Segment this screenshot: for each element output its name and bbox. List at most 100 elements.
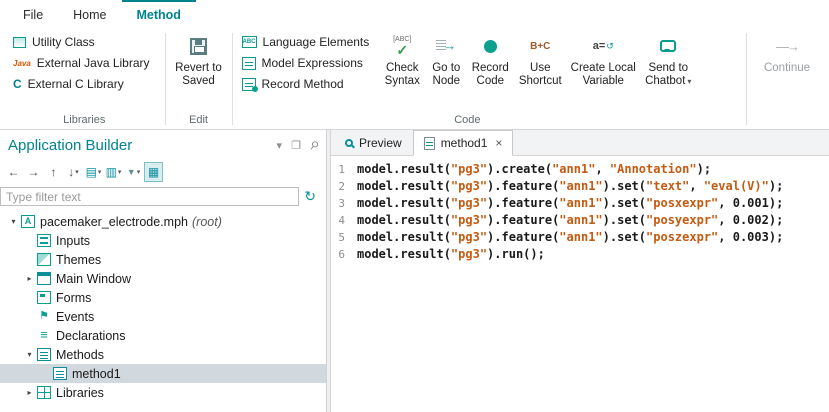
- events-icon: [37, 310, 51, 323]
- editor-tab-bar: Preview method1 ×: [331, 130, 829, 156]
- collapse-icon[interactable]: ▾: [22, 350, 37, 359]
- ribbon-separator: [165, 33, 166, 125]
- go-to-node-button[interactable]: Go to Node: [425, 29, 467, 88]
- language-elements-button[interactable]: Language Elements: [238, 33, 376, 51]
- expand-icon[interactable]: ▸: [22, 388, 37, 397]
- use-shortcut-label: Use Shortcut: [514, 62, 566, 88]
- tab-file[interactable]: File: [8, 0, 58, 27]
- forms-icon: [37, 291, 51, 304]
- line-number: 5: [331, 229, 357, 246]
- panel-header: Application Builder ▾ ❐ ⚲: [0, 130, 326, 160]
- code-line[interactable]: 5model.result("pg3").feature("ann1").set…: [331, 229, 829, 246]
- continue-label: Continue: [764, 62, 810, 75]
- line-number: 4: [331, 212, 357, 229]
- editor-panel: Preview method1 × 1model.result("pg3").c…: [331, 130, 829, 412]
- record-code-label: Record Code: [468, 62, 512, 88]
- check-syntax-label: Check Syntax: [380, 62, 424, 88]
- model-expressions-label: Model Expressions: [262, 56, 363, 70]
- tree-item-inputs[interactable]: Inputs: [0, 231, 326, 250]
- tree-item-method1[interactable]: method1: [0, 364, 326, 383]
- filter-input[interactable]: [0, 187, 299, 206]
- chevron-down-icon[interactable]: ▾: [277, 139, 283, 152]
- revert-to-saved-button[interactable]: Revert to Saved: [171, 29, 227, 88]
- tree-item-methods[interactable]: ▾Methods: [0, 345, 326, 364]
- nav-back-button[interactable]: [4, 162, 23, 182]
- tab-method[interactable]: Method: [122, 0, 196, 27]
- language-elements-icon: [242, 36, 257, 48]
- code-line[interactable]: 3model.result("pg3").feature("ann1").set…: [331, 195, 829, 212]
- send-to-chatbot-label: Send to Chatbot: [645, 62, 688, 87]
- continue-button[interactable]: Continue: [752, 29, 822, 75]
- model-expressions-button[interactable]: Model Expressions: [238, 54, 376, 72]
- tree-item-label: Declarations: [56, 329, 125, 343]
- tab-method1[interactable]: method1 ×: [413, 130, 514, 156]
- tree-item-label: Libraries: [56, 386, 104, 400]
- code-line[interactable]: 2model.result("pg3").feature("ann1").set…: [331, 178, 829, 195]
- move-down-button[interactable]: [64, 162, 83, 182]
- float-window-icon[interactable]: ❐: [291, 139, 301, 152]
- tree-item-declarations[interactable]: Declarations: [0, 326, 326, 345]
- method-document-icon: [424, 137, 435, 150]
- code-text: model.result("pg3").feature("ann1").set(…: [357, 178, 783, 195]
- nav-forward-button[interactable]: [24, 162, 43, 182]
- tree-item-libraries[interactable]: ▸ Libraries: [0, 383, 326, 402]
- code-line[interactable]: 4model.result("pg3").feature("ann1").set…: [331, 212, 829, 229]
- code-editor[interactable]: 1model.result("pg3").create("ann1", "Ann…: [331, 156, 829, 412]
- code-line[interactable]: 1model.result("pg3").create("ann1", "Ann…: [331, 161, 829, 178]
- ribbon: Utility Class External Java Library Exte…: [0, 27, 829, 130]
- line-number: 3: [331, 195, 357, 212]
- panel-title: Application Builder: [8, 137, 268, 154]
- grid-toggle-button[interactable]: [144, 162, 163, 182]
- pin-icon[interactable]: ⚲: [310, 139, 318, 152]
- send-to-chatbot-button[interactable]: Send to Chatbot: [639, 29, 697, 88]
- tree-item-main-window[interactable]: ▸Main Window: [0, 269, 326, 288]
- method1-icon: [53, 367, 67, 380]
- tree-item-forms[interactable]: Forms: [0, 288, 326, 307]
- tree-item-label: Themes: [56, 253, 101, 267]
- line-number: 2: [331, 178, 357, 195]
- check-syntax-button[interactable]: [ABC]✓ Check Syntax: [379, 29, 425, 88]
- language-elements-label: Language Elements: [263, 35, 370, 49]
- tree-item-root[interactable]: ▾pacemaker_electrode.mph(root): [0, 212, 326, 231]
- expand-icon[interactable]: ▸: [22, 274, 37, 283]
- tree-item-label: Inputs: [56, 234, 90, 248]
- continue-group-label: [752, 112, 822, 129]
- model-expressions-icon: [242, 57, 256, 70]
- continue-arrow-icon: [776, 40, 798, 53]
- tab-home[interactable]: Home: [58, 0, 121, 27]
- create-local-variable-button[interactable]: Create Local Variable: [567, 29, 639, 88]
- line-number: 6: [331, 246, 357, 263]
- record-code-button[interactable]: Record Code: [467, 29, 513, 88]
- filter-button[interactable]: [124, 162, 143, 182]
- check-syntax-icon: [ABC]✓: [393, 36, 411, 56]
- tree-item-themes[interactable]: Themes: [0, 250, 326, 269]
- declarations-icon: [37, 329, 51, 342]
- tab-preview[interactable]: Preview: [334, 130, 413, 155]
- external-java-library-button[interactable]: External Java Library: [9, 54, 156, 72]
- ribbon-tab-bar: File Home Method: [0, 0, 829, 27]
- code-text: model.result("pg3").feature("ann1").set(…: [357, 212, 783, 229]
- tree-item-label: method1: [72, 367, 121, 381]
- code-text: model.result("pg3").feature("ann1").set(…: [357, 229, 783, 246]
- application-window: File Home Method Utility Class External …: [0, 0, 829, 412]
- use-shortcut-button[interactable]: Use Shortcut: [513, 29, 567, 88]
- external-c-library-button[interactable]: External C Library: [9, 75, 156, 93]
- code-line[interactable]: 6model.result("pg3").run();: [331, 246, 829, 263]
- use-shortcut-icon: [530, 40, 550, 53]
- tree-item-events[interactable]: Events: [0, 307, 326, 326]
- close-icon[interactable]: ×: [495, 136, 502, 150]
- methods-icon: [37, 348, 51, 361]
- inputs-icon: [37, 234, 51, 247]
- collapse-icon[interactable]: ▾: [6, 217, 21, 226]
- method1-tab-label: method1: [441, 136, 488, 150]
- refresh-icon[interactable]: ↻: [304, 188, 316, 205]
- themes-icon: [37, 253, 51, 266]
- ribbon-group-libraries: Utility Class External Java Library Exte…: [6, 29, 163, 129]
- node-menu-button[interactable]: [84, 162, 103, 182]
- utility-class-button[interactable]: Utility Class: [9, 33, 156, 51]
- record-method-button[interactable]: Record Method: [238, 75, 376, 93]
- c-icon: [13, 77, 22, 91]
- move-up-button[interactable]: [44, 162, 63, 182]
- chevron-down-icon: [685, 75, 691, 87]
- view-menu-button[interactable]: [104, 162, 123, 182]
